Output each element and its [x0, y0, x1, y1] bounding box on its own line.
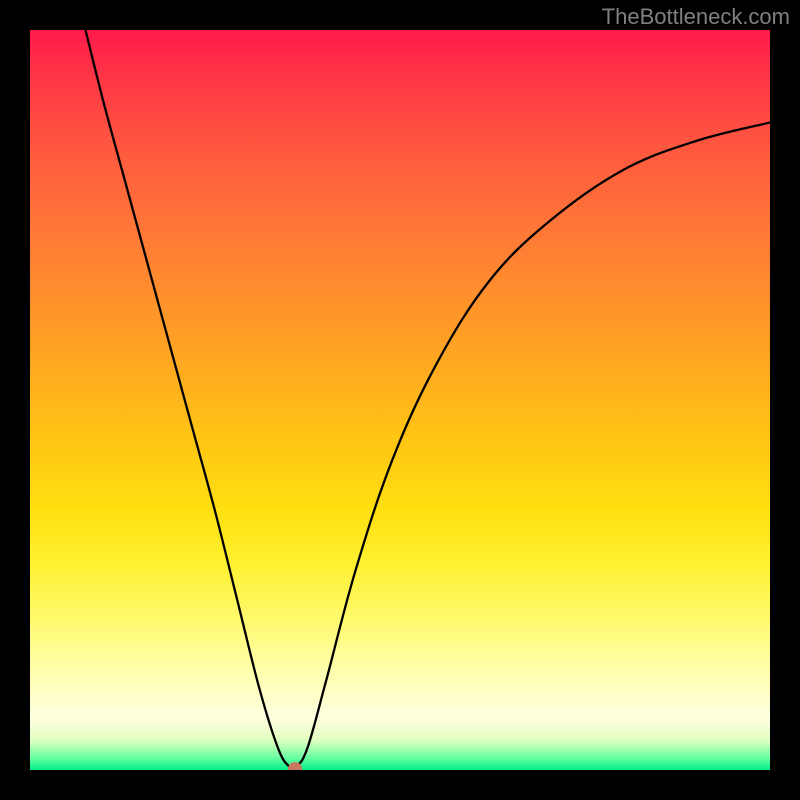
optimum-marker-dot [288, 762, 302, 770]
bottleneck-curve-line [86, 30, 771, 769]
chart-svg [30, 30, 770, 770]
watermark-text: TheBottleneck.com [602, 4, 790, 30]
plot-area [30, 30, 770, 770]
